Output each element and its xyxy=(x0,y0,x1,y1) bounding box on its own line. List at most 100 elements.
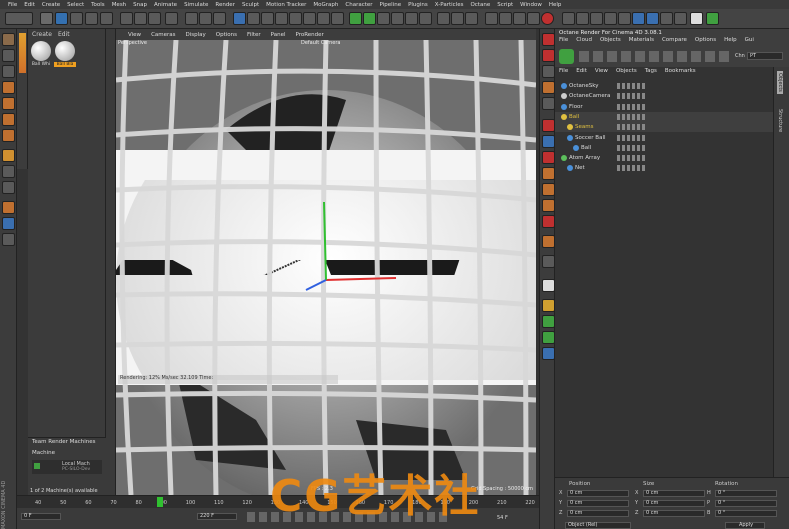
camera-icon[interactable] xyxy=(317,12,330,25)
menu-simulate[interactable]: Simulate xyxy=(184,2,208,8)
object-tags[interactable] xyxy=(617,103,647,110)
particle-icon[interactable] xyxy=(391,12,404,25)
octane-tool-m-icon[interactable] xyxy=(542,331,555,344)
octane-menu-file[interactable]: File xyxy=(559,37,568,43)
object-menu-objects[interactable]: Objects xyxy=(616,68,637,74)
live-select-icon[interactable] xyxy=(40,12,53,25)
viewport-menu-view[interactable]: View xyxy=(128,32,141,38)
object-tags[interactable] xyxy=(617,124,647,131)
y-axis-icon[interactable] xyxy=(134,12,147,25)
pen-icon[interactable] xyxy=(247,12,260,25)
tool-c-icon[interactable] xyxy=(465,12,478,25)
menu-motion-tracker[interactable]: Motion Tracker xyxy=(266,2,306,8)
menu-create[interactable]: Create xyxy=(42,2,60,8)
viewport-menu-prorender[interactable]: ProRender xyxy=(296,32,324,38)
rotate-icon[interactable] xyxy=(85,12,98,25)
material-menu-edit[interactable]: Edit xyxy=(58,31,70,38)
emitter-icon[interactable] xyxy=(419,12,432,25)
paint-icon[interactable] xyxy=(2,217,15,230)
tool-d-icon[interactable] xyxy=(485,12,498,25)
floor-icon[interactable] xyxy=(303,12,316,25)
points-mode-icon[interactable] xyxy=(2,81,15,94)
coord-field[interactable]: 0 cm xyxy=(643,500,705,507)
axis-mode-icon[interactable] xyxy=(2,129,15,142)
octane-tool-e-icon[interactable] xyxy=(542,183,555,196)
object-menu-edit[interactable]: Edit xyxy=(576,68,587,74)
effector-icon[interactable] xyxy=(377,12,390,25)
scale-icon[interactable] xyxy=(70,12,83,25)
octane-pause-icon[interactable] xyxy=(542,65,555,78)
menu-window[interactable]: Window xyxy=(520,2,542,8)
object-tags[interactable] xyxy=(617,113,647,120)
texture-mode-icon[interactable] xyxy=(2,49,15,62)
octane-f-icon[interactable] xyxy=(632,12,645,25)
tool-f-icon[interactable] xyxy=(513,12,526,25)
menu-tools[interactable]: Tools xyxy=(91,2,105,8)
octane-tool-k-icon[interactable] xyxy=(542,299,555,312)
check-icon[interactable] xyxy=(34,463,40,469)
subdivision-icon[interactable] xyxy=(261,12,274,25)
coord-field[interactable]: 0 ° xyxy=(715,500,777,507)
object-tags[interactable] xyxy=(617,165,647,172)
octane-menu-gui[interactable]: Gui xyxy=(745,37,754,43)
object-row[interactable]: Net xyxy=(555,163,773,173)
sculpt-icon[interactable] xyxy=(2,201,15,214)
model-mode-icon[interactable] xyxy=(2,33,15,46)
coord-system-icon[interactable] xyxy=(165,12,178,25)
object-row[interactable]: Soccer Ball xyxy=(555,133,773,143)
snap-icon[interactable] xyxy=(2,165,15,178)
power-icon[interactable] xyxy=(541,12,554,25)
coord-field[interactable]: 0 cm xyxy=(567,500,629,507)
coord-field[interactable]: 0 cm xyxy=(643,490,705,497)
octane-tool-g-icon[interactable] xyxy=(542,215,555,228)
octane-tool-d-icon[interactable] xyxy=(542,167,555,180)
tool-a-icon[interactable] xyxy=(437,12,450,25)
menu-render[interactable]: Render xyxy=(215,2,235,8)
menu-character[interactable]: Character xyxy=(345,2,372,8)
octane-d-icon[interactable] xyxy=(604,12,617,25)
octane-menu-objects[interactable]: Objects xyxy=(600,37,621,43)
menu-sculpt[interactable]: Sculpt xyxy=(242,2,259,8)
object-menu-file[interactable]: File xyxy=(559,68,568,74)
coord-mode-select[interactable]: Object (Rel) xyxy=(565,522,631,529)
workplane-icon[interactable] xyxy=(2,65,15,78)
menu-select[interactable]: Select xyxy=(67,2,84,8)
octane-live-icon[interactable] xyxy=(542,33,555,46)
octane-c-icon[interactable] xyxy=(590,12,603,25)
object-row[interactable]: Atom Array xyxy=(555,153,773,163)
menu-mograph[interactable]: MoGraph xyxy=(313,2,338,8)
object-tags[interactable] xyxy=(617,134,647,141)
object-tags[interactable] xyxy=(617,93,647,100)
menu-animate[interactable]: Animate xyxy=(154,2,177,8)
undo-button[interactable] xyxy=(5,12,33,25)
menu-file[interactable]: File xyxy=(8,2,17,8)
apply-button[interactable]: Apply xyxy=(725,522,765,529)
octane-j-icon[interactable] xyxy=(690,12,703,25)
object-menu-view[interactable]: View xyxy=(595,68,608,74)
object-menu-bookmarks[interactable]: Bookmarks xyxy=(665,68,696,74)
menu-help[interactable]: Help xyxy=(549,2,562,8)
playhead[interactable] xyxy=(157,497,163,507)
object-tags[interactable] xyxy=(617,144,647,151)
object-row[interactable]: OctaneSky xyxy=(555,81,773,91)
object-tags[interactable] xyxy=(617,83,647,89)
start-frame-field[interactable]: 0 F xyxy=(21,513,61,520)
xp-icon[interactable] xyxy=(405,12,418,25)
deformer-icon[interactable] xyxy=(289,12,302,25)
octane-g-icon[interactable] xyxy=(646,12,659,25)
octane-menu-help[interactable]: Help xyxy=(724,37,737,43)
octane-a-icon[interactable] xyxy=(562,12,575,25)
channel-select[interactable]: PT xyxy=(747,52,783,60)
octane-render-icon[interactable] xyxy=(542,49,555,62)
render-picture-icon[interactable] xyxy=(199,12,212,25)
material-swatch[interactable]: Ball Whi xyxy=(30,40,52,72)
octane-tool-c-icon[interactable] xyxy=(542,151,555,164)
octane-tool-b-icon[interactable] xyxy=(542,135,555,148)
menu-mesh[interactable]: Mesh xyxy=(112,2,126,8)
octane-menu-cloud[interactable]: Cloud xyxy=(576,37,592,43)
coord-field[interactable]: 0 cm xyxy=(567,510,629,517)
octane-tool-a-icon[interactable] xyxy=(542,119,555,132)
render-settings-icon[interactable] xyxy=(213,12,226,25)
light-icon[interactable] xyxy=(331,12,344,25)
menu-snap[interactable]: Snap xyxy=(133,2,147,8)
